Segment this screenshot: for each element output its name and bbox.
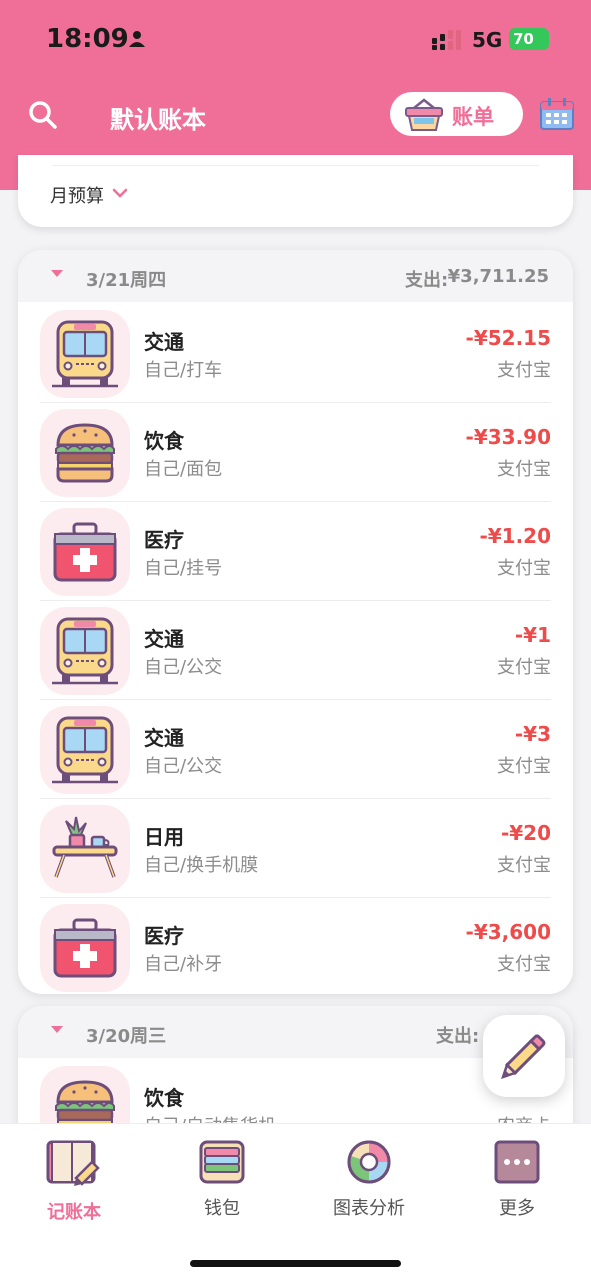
- day-date: 3/21周四: [86, 270, 167, 291]
- day-card: 3/21周四 支出: ¥3,711.25 交通 自己/打车 -¥52.15 支付…: [18, 250, 573, 994]
- battery-indicator: 70: [509, 28, 549, 50]
- budget-card[interactable]: 月预算: [18, 155, 573, 227]
- more-icon: [494, 1140, 540, 1184]
- ledger-title[interactable]: 默认账本: [110, 100, 206, 135]
- add-record-button[interactable]: [483, 1015, 565, 1097]
- collapse-arrow-icon: [51, 270, 63, 277]
- table-plant-icon: [40, 805, 130, 893]
- wallet-icon: [199, 1140, 245, 1184]
- amount-label: -¥1.20: [479, 524, 551, 548]
- budget-label: 月预算: [50, 186, 104, 207]
- tab-label: 图表分析: [333, 1198, 405, 1219]
- tab-wallet[interactable]: 钱包: [162, 1138, 282, 1228]
- account-label: 支付宝: [497, 459, 551, 480]
- transaction-row[interactable]: 交通 自己/打车 -¥52.15 支付宝: [40, 304, 551, 403]
- day-total-label: 支出:: [405, 270, 449, 291]
- top-nav: 默认账本 账单: [0, 88, 591, 144]
- detail-label: 自己/面包: [144, 459, 223, 480]
- category-label: 交通: [144, 627, 184, 651]
- pencil-icon: [501, 1034, 546, 1079]
- search-icon[interactable]: [28, 100, 58, 130]
- bill-button[interactable]: 账单: [390, 92, 523, 136]
- tab-label: 更多: [499, 1198, 535, 1219]
- amount-label: -¥20: [500, 821, 551, 845]
- burger-icon: [40, 409, 130, 497]
- medical-kit-icon: [40, 904, 130, 992]
- detail-label: 自己/挂号: [144, 558, 223, 579]
- bus-icon: [40, 607, 130, 695]
- medical-kit-icon: [40, 508, 130, 596]
- calendar-icon[interactable]: [540, 98, 574, 130]
- tab-ledger[interactable]: 记账本: [14, 1138, 134, 1228]
- collapse-arrow-icon: [51, 1026, 63, 1033]
- transaction-row[interactable]: 医疗 自己/挂号 -¥1.20 支付宝: [40, 502, 551, 601]
- tab-charts[interactable]: 图表分析: [309, 1138, 429, 1228]
- divider: [52, 165, 539, 166]
- category-label: 交通: [144, 330, 184, 354]
- home-indicator: [190, 1260, 401, 1267]
- transaction-list: 交通 自己/打车 -¥52.15 支付宝 饮食 自己/面包 -¥33.90 支付…: [18, 304, 573, 994]
- tab-label: 钱包: [204, 1198, 240, 1219]
- day-total: ¥3,711.25: [447, 266, 549, 287]
- amount-label: -¥3: [514, 722, 551, 746]
- pie-chart-icon: [347, 1140, 391, 1184]
- signal-icon: [432, 30, 461, 50]
- battery-level: 70: [513, 30, 534, 48]
- detail-label: 自己/补牙: [144, 954, 223, 975]
- notebook-icon: [46, 1140, 100, 1186]
- account-label: 支付宝: [497, 855, 551, 876]
- tab-more[interactable]: 更多: [457, 1138, 577, 1228]
- category-label: 医疗: [144, 528, 184, 552]
- account-label: 支付宝: [497, 360, 551, 381]
- amount-label: -¥33.90: [465, 425, 551, 449]
- amount-label: -¥1: [514, 623, 551, 647]
- account-label: 支付宝: [497, 558, 551, 579]
- chevron-down-icon: [112, 188, 128, 198]
- day-header[interactable]: 3/21周四 支出: ¥3,711.25: [18, 250, 573, 302]
- account-label: 支付宝: [497, 954, 551, 975]
- transaction-row[interactable]: 交通 自己/公交 -¥1 支付宝: [40, 601, 551, 700]
- bus-icon: [40, 310, 130, 398]
- status-bar: 18:09 5G 70: [0, 0, 591, 78]
- network-type: 5G: [472, 28, 503, 52]
- account-label: 支付宝: [497, 756, 551, 777]
- account-label: 支付宝: [497, 657, 551, 678]
- detail-label: 自己/公交: [144, 756, 223, 777]
- transaction-row[interactable]: 交通 自己/公交 -¥3 支付宝: [40, 700, 551, 799]
- day-total-label: 支出:: [436, 1026, 480, 1047]
- bus-icon: [40, 706, 130, 794]
- transaction-row[interactable]: 饮食 自己/面包 -¥33.90 支付宝: [40, 403, 551, 502]
- detail-label: 自己/换手机膜: [144, 855, 259, 876]
- status-time: 18:09: [46, 24, 129, 54]
- tab-bar: 记账本 钱包 图表分析 更多: [0, 1123, 591, 1280]
- person-icon: [129, 31, 145, 47]
- category-label: 日用: [144, 825, 184, 849]
- category-label: 医疗: [144, 924, 184, 948]
- transaction-row[interactable]: 日用 自己/换手机膜 -¥20 支付宝: [40, 799, 551, 898]
- category-label: 交通: [144, 726, 184, 750]
- basket-icon: [405, 98, 443, 131]
- day-date: 3/20周三: [86, 1026, 167, 1047]
- category-label: 饮食: [144, 1086, 184, 1110]
- amount-label: -¥52.15: [465, 326, 551, 350]
- detail-label: 自己/打车: [144, 360, 223, 381]
- detail-label: 自己/公交: [144, 657, 223, 678]
- amount-label: -¥3,600: [465, 920, 551, 944]
- transaction-row[interactable]: 医疗 自己/补牙 -¥3,600 支付宝: [40, 898, 551, 994]
- tab-label: 记账本: [47, 1202, 101, 1223]
- bill-label: 账单: [452, 105, 494, 129]
- category-label: 饮食: [144, 429, 184, 453]
